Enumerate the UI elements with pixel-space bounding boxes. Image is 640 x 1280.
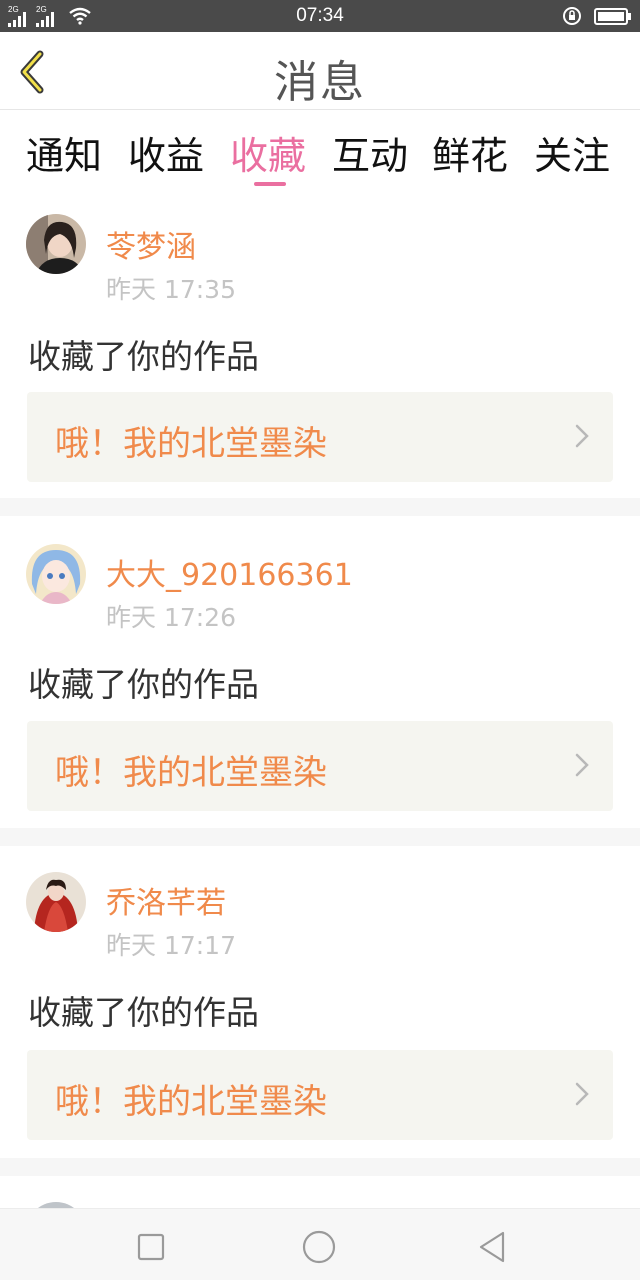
notification-card: 大大_920166361 昨天 17:26 收藏了你的作品 哦！我的北堂墨染 [0, 516, 640, 828]
tab-follows[interactable]: 关注 [534, 125, 610, 180]
status-bar: 2G 2G 07:34 [0, 0, 640, 32]
work-link[interactable]: 哦！我的北堂墨染 [27, 721, 613, 811]
tab-interactions[interactable]: 互动 [332, 125, 408, 180]
avatar[interactable] [26, 872, 86, 932]
rotation-lock-icon [563, 7, 581, 25]
tab-favorites[interactable]: 收藏 [230, 125, 306, 180]
divider [0, 828, 640, 846]
battery-icon [594, 8, 631, 25]
action-text: 收藏了你的作品 [28, 665, 259, 704]
work-title: 哦！我的北堂墨染 [55, 1082, 327, 1122]
notification-card: 乔洛芊若 昨天 17:17 收藏了你的作品 哦！我的北堂墨染 [0, 846, 640, 1158]
home-icon[interactable] [299, 1227, 339, 1267]
status-time: 07:34 [296, 5, 344, 26]
action-text: 收藏了你的作品 [28, 337, 259, 376]
tab-bar: 通知 收益 收藏 互动 鲜花 关注 [0, 111, 640, 191]
divider [0, 1158, 640, 1176]
active-tab-indicator [254, 182, 286, 186]
tab-earnings[interactable]: 收益 [128, 125, 204, 180]
timestamp: 昨天 17:26 [106, 603, 236, 632]
username[interactable]: 乔洛芊若 [106, 878, 226, 922]
chevron-right-icon [575, 753, 589, 777]
work-link[interactable]: 哦！我的北堂墨染 [27, 392, 613, 482]
chevron-right-icon [575, 424, 589, 448]
chevron-right-icon [575, 1082, 589, 1106]
timestamp: 昨天 17:35 [106, 275, 236, 304]
recent-apps-icon[interactable] [131, 1227, 171, 1267]
timestamp: 昨天 17:17 [106, 931, 236, 960]
divider [0, 498, 640, 516]
tab-notifications[interactable]: 通知 [26, 125, 102, 180]
work-title: 哦！我的北堂墨染 [55, 424, 327, 464]
page-title: 消息 [274, 57, 366, 108]
back-triangle-icon[interactable] [473, 1227, 513, 1267]
header: 消息 [0, 32, 640, 110]
avatar[interactable] [26, 214, 86, 274]
tab-flowers[interactable]: 鲜花 [432, 125, 508, 180]
action-text: 收藏了你的作品 [28, 993, 259, 1032]
notification-card: 苓梦涵 昨天 17:35 收藏了你的作品 哦！我的北堂墨染 [0, 192, 640, 498]
username[interactable]: 大大_920166361 [106, 550, 353, 594]
username[interactable]: 苓梦涵 [106, 222, 196, 266]
notification-card [0, 1176, 640, 1208]
system-nav-bar [0, 1208, 640, 1280]
avatar[interactable] [26, 544, 86, 604]
work-title: 哦！我的北堂墨染 [55, 753, 327, 793]
work-link[interactable]: 哦！我的北堂墨染 [27, 1050, 613, 1140]
